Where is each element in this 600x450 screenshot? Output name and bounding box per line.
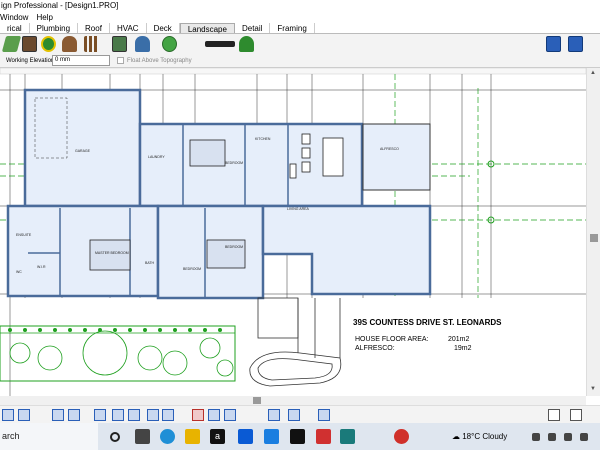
garden-bed-tool-icon[interactable] (162, 36, 177, 52)
battery-icon[interactable] (580, 433, 588, 441)
light-tool-icon[interactable] (205, 41, 235, 47)
room-label-bedroom2: BEDROOM (225, 245, 243, 249)
alfresco-value: 19m2 (454, 345, 472, 352)
room-label-bedroom3: BEDROOM (183, 267, 201, 271)
alfresco-label: ALFRESCO: (355, 345, 395, 352)
floor-plan-drawing: ALFRESCO GARAGE LAUNDRY MASTER BEDROOM B… (0, 68, 586, 396)
task-view-icon[interactable] (110, 432, 120, 442)
file-explorer-icon[interactable] (185, 429, 200, 444)
store-icon[interactable] (238, 429, 253, 444)
sprinkler-tool-icon[interactable] (135, 36, 150, 52)
tab-roof[interactable]: Roof (78, 23, 110, 33)
edge-icon[interactable] (160, 429, 175, 444)
options-bar: Working Elevation 0 mm Float Above Topog… (0, 54, 600, 68)
room-label-master: MASTER BEDROOM (95, 251, 129, 255)
flip-icon[interactable] (192, 409, 204, 421)
tab-framing[interactable]: Framing (270, 23, 315, 33)
house-floor-area-label: HOUSE FLOOR AREA: (355, 336, 429, 343)
mirror-icon[interactable] (147, 409, 159, 421)
view-2d-icon[interactable] (546, 36, 561, 52)
menu-window[interactable]: Window (0, 12, 28, 23)
align-center-icon[interactable] (18, 409, 30, 421)
app-icon[interactable] (290, 429, 305, 444)
room-label-alfresco: ALFRESCO (380, 147, 399, 151)
rotate-icon[interactable] (162, 409, 174, 421)
menu-bar: Window Help (0, 12, 600, 23)
ribbon-tabs: rical Plumbing Roof HVAC Deck Landscape … (0, 23, 600, 34)
landscape-toolbar (0, 34, 600, 54)
room-label-laundry: LAUNDRY (148, 155, 165, 159)
room-label-bedroom1: BEDROOM (225, 161, 243, 165)
window-title: ign Professional - [Design1.PRO] (1, 1, 119, 10)
volume-icon[interactable] (564, 433, 572, 441)
tree-tool-icon[interactable] (239, 36, 254, 52)
tab-landscape[interactable]: Landscape (179, 23, 235, 34)
network-icon[interactable] (548, 433, 556, 441)
pond-tool-icon[interactable] (112, 36, 127, 52)
filter-icon[interactable] (288, 409, 300, 421)
windows-taskbar: arch a ☁ 18°C Cloudy (0, 423, 600, 450)
amazon-icon[interactable]: a (210, 429, 225, 444)
room-label-garage: GARAGE (75, 149, 91, 153)
rock-tool-icon[interactable] (62, 36, 77, 52)
plant-library-icon[interactable] (41, 36, 56, 52)
plan-canvas[interactable]: ALFRESCO GARAGE LAUNDRY MASTER BEDROOM B… (0, 68, 586, 396)
layout-panel-icon[interactable] (570, 409, 582, 421)
align-left-icon[interactable] (2, 409, 14, 421)
cloud-icon: ☁ (452, 432, 460, 441)
scroll-up-icon[interactable]: ▲ (590, 70, 596, 76)
bottom-toolbar (0, 405, 600, 423)
room-label-wir: W.I.R (37, 265, 46, 269)
float-checkbox[interactable] (117, 57, 124, 64)
move-back-icon[interactable] (224, 409, 236, 421)
terrain-tool-icon[interactable] (1, 36, 22, 52)
room-label-ensuite: ENSUITE (16, 233, 32, 237)
taskbar-weather[interactable]: ☁ 18°C Cloudy (452, 423, 507, 450)
tab-hvac[interactable]: HVAC (110, 23, 147, 33)
cabinet-tool-icon[interactable] (22, 36, 37, 52)
weather-temp: 18°C (462, 432, 481, 441)
room-label-kitchen: KITCHEN (255, 137, 271, 141)
tab-electrical[interactable]: rical (0, 23, 30, 33)
scroll-down-icon[interactable]: ▼ (590, 386, 596, 392)
working-elevation-input[interactable]: 0 mm (52, 55, 110, 66)
sort-icon[interactable] (268, 409, 280, 421)
plan-address: 39S COUNTESS DRIVE ST. LEONARDS (353, 318, 502, 327)
chief-architect-icon[interactable] (340, 429, 355, 444)
align-right-icon[interactable] (52, 409, 64, 421)
mail-icon[interactable] (264, 429, 279, 444)
vertical-scroll-thumb[interactable] (590, 234, 598, 242)
float-label: Float Above Topography (127, 58, 192, 64)
hourglass-icon[interactable] (318, 409, 330, 421)
chrome-icon[interactable] (394, 429, 409, 444)
horizontal-scroll-thumb[interactable] (253, 397, 261, 404)
move-front-icon[interactable] (208, 409, 220, 421)
widgets-icon[interactable] (135, 429, 150, 444)
tab-plumbing[interactable]: Plumbing (30, 23, 79, 33)
menu-help[interactable]: Help (36, 12, 52, 23)
window-title-bar: ign Professional - [Design1.PRO] (0, 0, 600, 12)
tab-deck[interactable]: Deck (147, 23, 180, 33)
group-icon[interactable] (94, 409, 106, 421)
room-label-bath: BATH (145, 261, 155, 265)
tray-icon[interactable] (532, 433, 540, 441)
fence-tool-icon[interactable] (84, 36, 99, 52)
tab-detail[interactable]: Detail (235, 23, 271, 33)
working-elevation-label: Working Elevation (6, 58, 55, 64)
room-label-wc: WC (16, 270, 22, 274)
weather-desc: Cloudy (482, 432, 508, 441)
pdf-icon[interactable] (316, 429, 331, 444)
reverse-icon[interactable] (128, 409, 140, 421)
toggle-panel-icon[interactable] (548, 409, 560, 421)
distribute-icon[interactable] (68, 409, 80, 421)
ungroup-icon[interactable] (112, 409, 124, 421)
house-floor-area-value: 201m2 (448, 336, 470, 343)
view-3d-icon[interactable] (568, 36, 583, 52)
taskbar-search[interactable]: arch (0, 423, 98, 450)
vertical-scrollbar[interactable]: ▲ ▼ (586, 68, 600, 396)
room-label-living: LIVING AREA (287, 207, 309, 211)
horizontal-scrollbar[interactable] (0, 396, 586, 405)
